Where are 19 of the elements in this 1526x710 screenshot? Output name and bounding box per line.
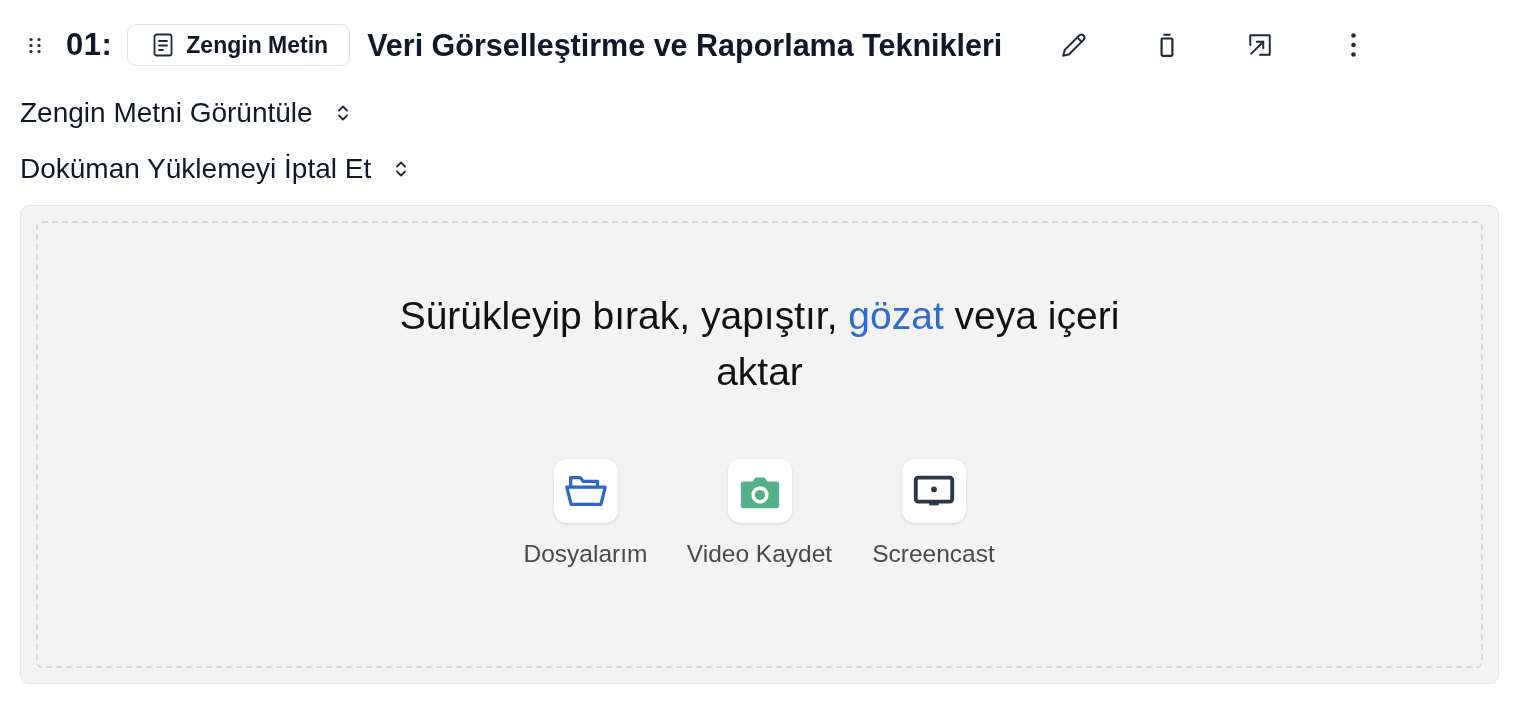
document-icon <box>153 33 174 57</box>
drop-prompt: Sürükleyip bırak, yapıştır, gözat veya içeri aktar <box>398 293 1121 395</box>
camera-icon <box>727 459 792 523</box>
screencast-button[interactable]: Screencast <box>851 459 1016 568</box>
pencil-icon <box>1061 32 1088 58</box>
record-video-button[interactable]: Video Kaydet <box>677 459 842 568</box>
drop-area[interactable]: Sürükleyip bırak, yapıştır, gözat veya içeri aktar Dosyalarım Video Kaydet Screencast <box>36 221 1483 668</box>
badge-label: Zengin Metin <box>186 31 329 59</box>
folder-icon <box>553 459 618 523</box>
my-files-button[interactable]: Dosyalarım <box>503 459 668 568</box>
more-vertical-icon <box>1350 33 1356 57</box>
browse-link[interactable]: gözat <box>848 294 944 337</box>
monitor-icon <box>901 459 966 523</box>
drag-handle-icon[interactable] <box>29 36 41 54</box>
block-number: 01: <box>66 27 113 63</box>
collapsible-toggle[interactable]: Zengin Metni Görüntüle <box>20 97 351 129</box>
block-title: Veri Görselleştirme ve Raporlama Teknikleri <box>367 27 1003 63</box>
collapsible-toggle[interactable]: Doküman Yüklemeyi İptal Et <box>20 153 410 185</box>
expand-icon <box>1247 32 1274 58</box>
